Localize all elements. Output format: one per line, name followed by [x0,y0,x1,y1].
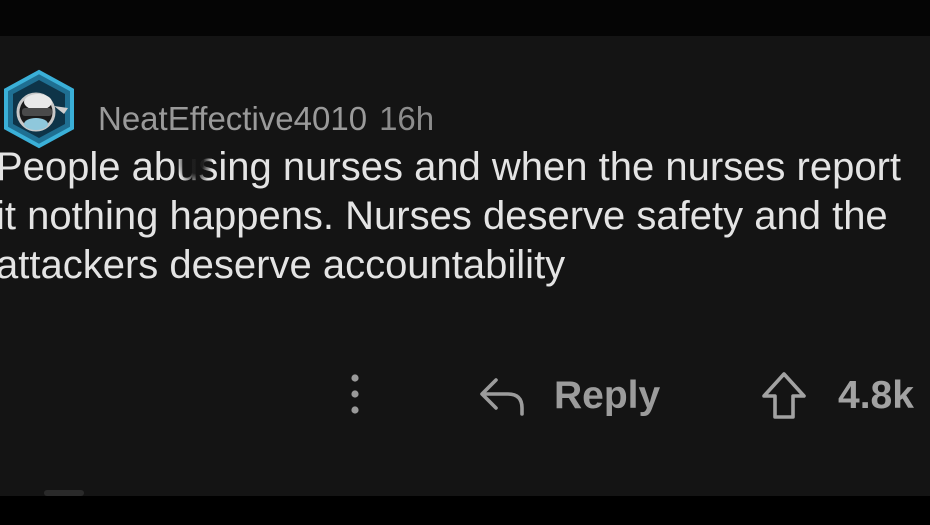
comment-meta: NeatEffective4010 16h [98,100,434,138]
reply-label: Reply [554,374,661,417]
more-options-button[interactable] [340,364,370,424]
comment-line: People abusing nurses and when the nurse… [0,145,902,189]
username-link[interactable]: NeatEffective4010 [98,100,367,137]
reply-button[interactable]: Reply [478,368,660,424]
avatar-icon [4,69,74,149]
reply-arrow-icon [480,378,524,416]
comment-line: it nothing happens. Nurses deserve safet… [0,194,888,238]
user-avatar[interactable] [0,68,80,150]
timestamp: 16h [379,100,435,137]
top-bar [0,0,930,36]
screenshot-frame: NeatEffective4010 16h People abusing nurs… [0,0,930,525]
comment-line: attackers deserve accountability [0,243,566,287]
bottom-bar [0,496,930,525]
vote-count: 4.8k [838,374,914,417]
comment-actions: Reply 4.8k [0,364,930,424]
more-vertical-icon [351,374,359,414]
bottom-divider [44,490,84,496]
upvote-button[interactable]: 4.8k [760,368,914,424]
image-smudge [178,136,212,186]
comment-text: People abusing nurses and when the nurse… [0,143,930,290]
upvote-arrow-icon [762,372,806,419]
